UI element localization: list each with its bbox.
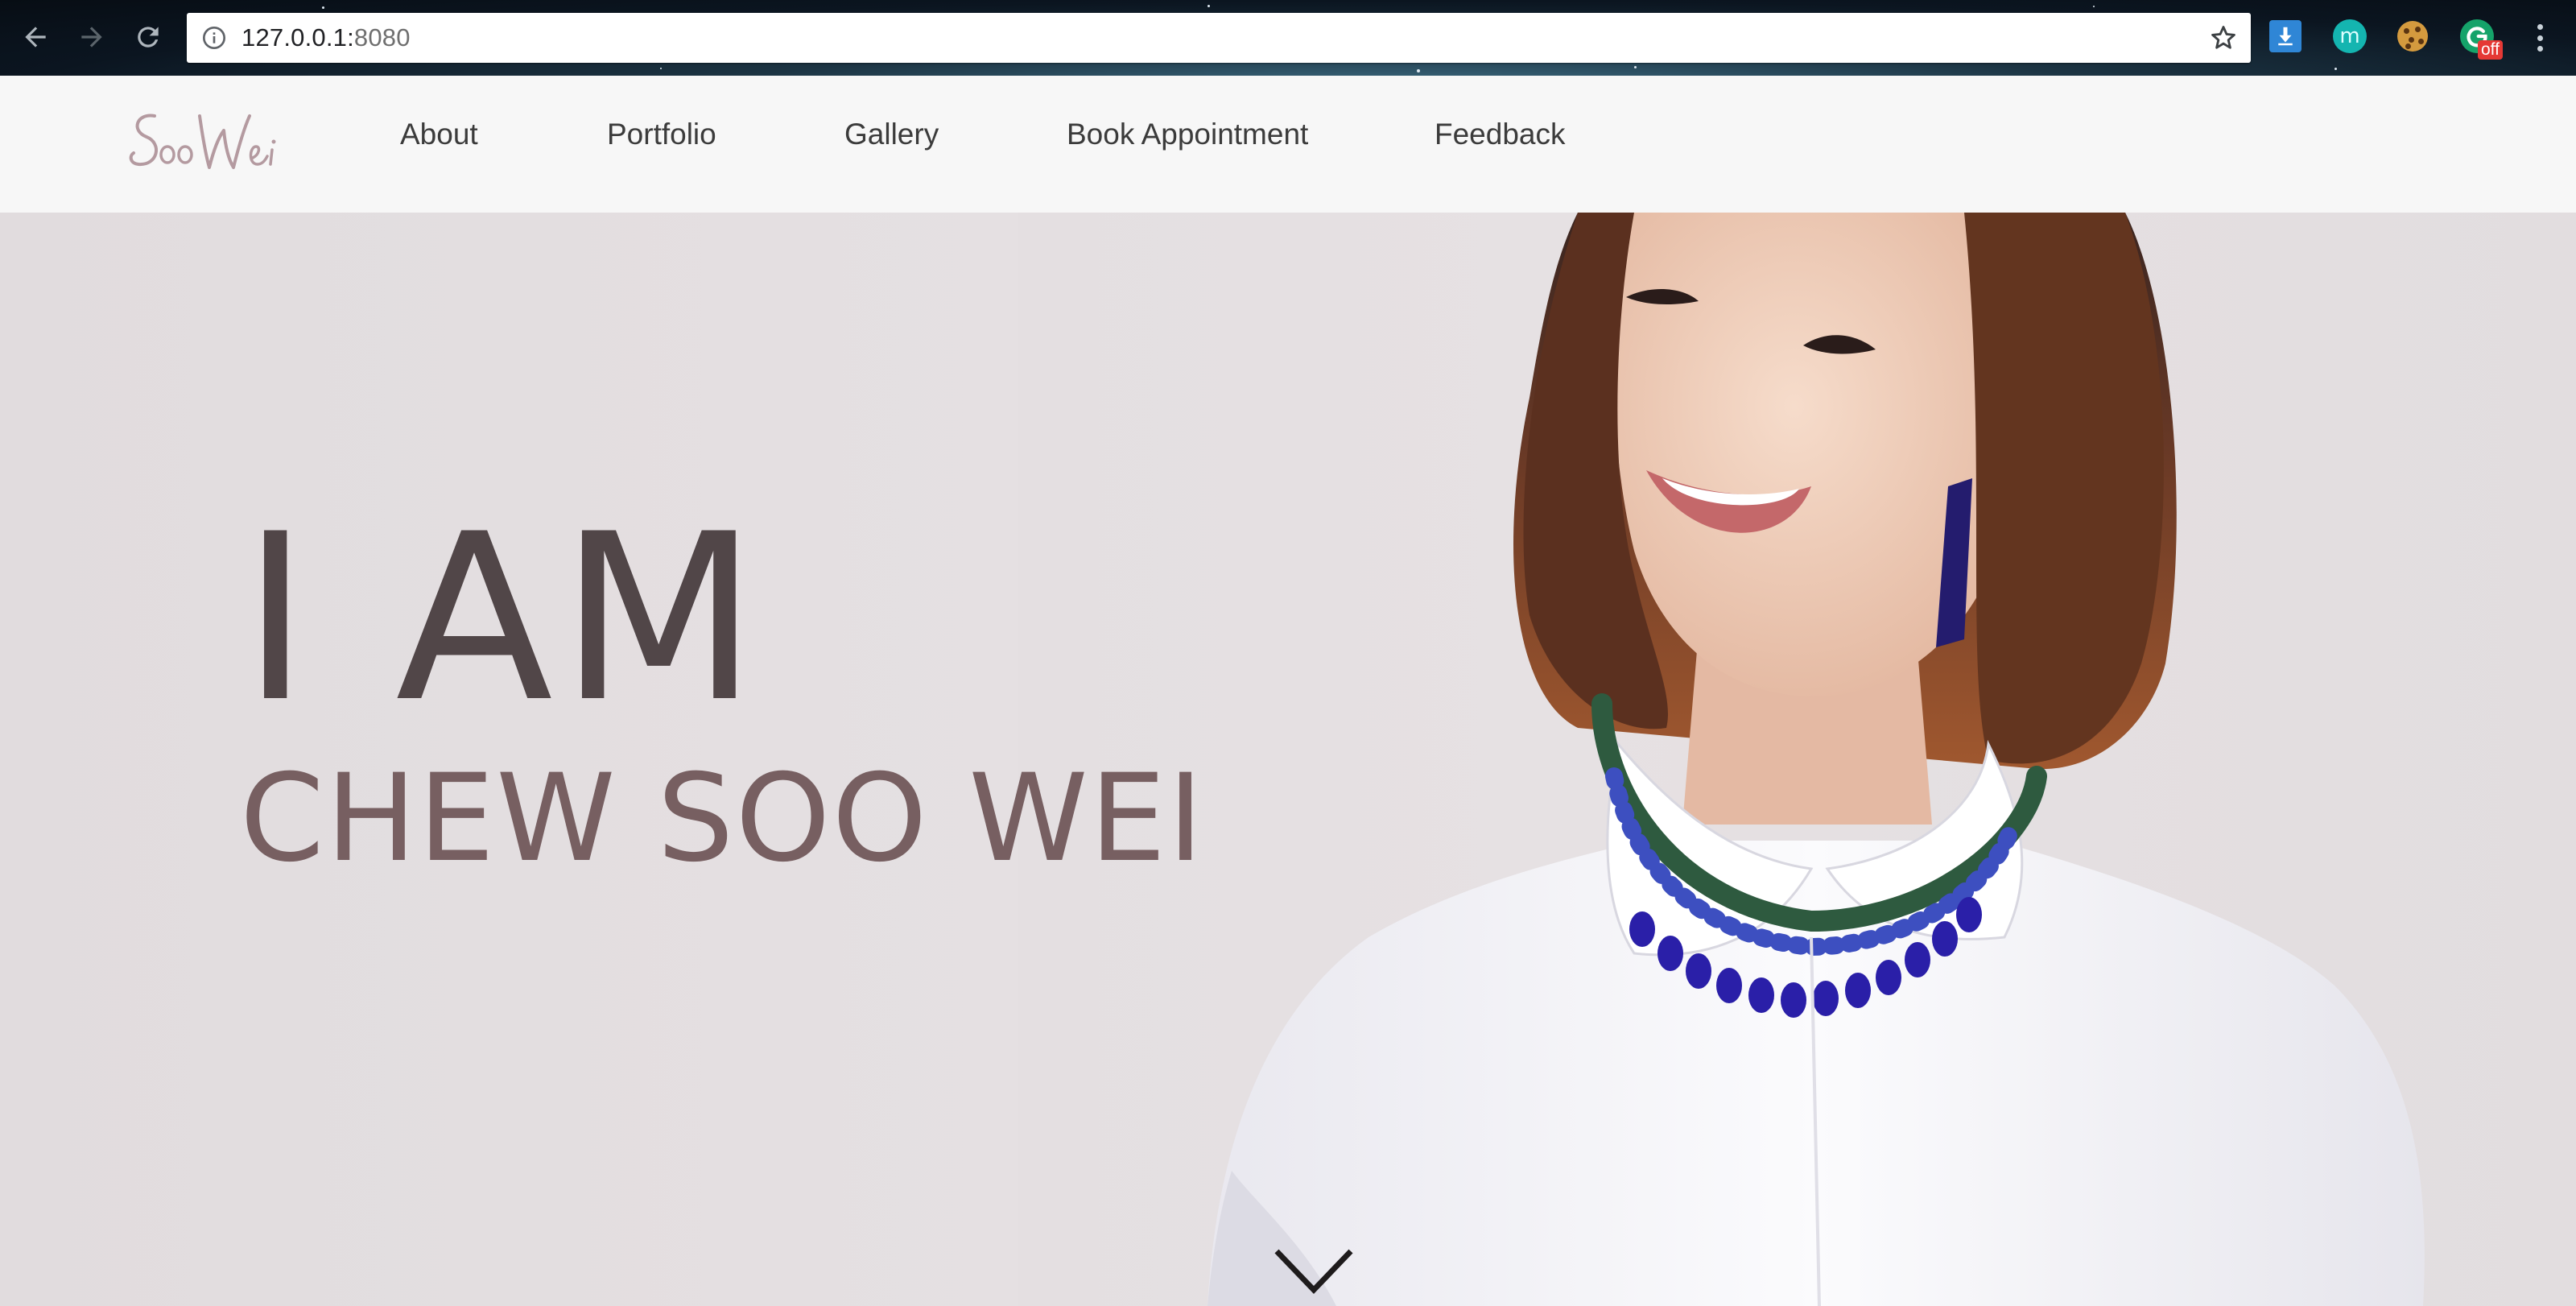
- dot-icon: [2537, 24, 2543, 30]
- bookmark-star-icon[interactable]: [2207, 23, 2240, 53]
- back-button[interactable]: [14, 16, 56, 58]
- soo-wei-script-logo: [129, 114, 276, 169]
- scroll-down-button[interactable]: [1274, 1245, 1354, 1298]
- grammarly-icon: off: [2460, 19, 2503, 60]
- info-icon[interactable]: [201, 25, 227, 51]
- hero-heading-i-am: I AM: [242, 486, 765, 753]
- forward-button[interactable]: [71, 16, 113, 58]
- hero-heading-name: CHEW SOO WEI: [240, 749, 1205, 889]
- address-bar[interactable]: 127.0.0.1:8080: [187, 13, 2251, 63]
- dot-icon: [2537, 46, 2543, 52]
- cookie-extension-button[interactable]: [2394, 18, 2431, 55]
- dot-icon: [2537, 35, 2543, 41]
- site-header: About Portfolio Gallery Book Appointment…: [0, 76, 2576, 213]
- browser-menu-button[interactable]: [2528, 19, 2552, 56]
- m-extension-button[interactable]: m: [2331, 18, 2368, 55]
- download-extension-button[interactable]: [2267, 18, 2304, 55]
- nav-feedback[interactable]: Feedback: [1435, 118, 1566, 151]
- nav-portfolio[interactable]: Portfolio: [607, 118, 716, 151]
- nav-gallery[interactable]: Gallery: [844, 118, 939, 151]
- chevron-down-icon: [1274, 1249, 1353, 1295]
- url-host: 127.0.0.1:: [242, 23, 354, 52]
- browser-toolbar: 127.0.0.1:8080 m off: [0, 0, 2576, 76]
- site-logo[interactable]: [122, 98, 283, 187]
- download-icon: [2269, 20, 2301, 52]
- arrow-left-icon: [25, 27, 46, 48]
- nav-about[interactable]: About: [400, 118, 478, 151]
- url-text: 127.0.0.1:8080: [242, 23, 411, 52]
- extension-off-badge: off: [2478, 40, 2503, 60]
- nav-book-appointment[interactable]: Book Appointment: [1067, 118, 1308, 151]
- hero-section: I AM CHEW SOO WEI: [0, 213, 2576, 1306]
- url-port: 8080: [353, 23, 411, 52]
- arrow-right-icon: [81, 27, 102, 48]
- grammarly-extension-button[interactable]: off: [2458, 18, 2503, 60]
- reload-icon: [138, 27, 159, 48]
- m-extension-label: m: [2339, 24, 2360, 48]
- cookie-icon: [2397, 21, 2428, 52]
- reload-button[interactable]: [127, 16, 169, 58]
- m-letter-icon: m: [2333, 19, 2367, 53]
